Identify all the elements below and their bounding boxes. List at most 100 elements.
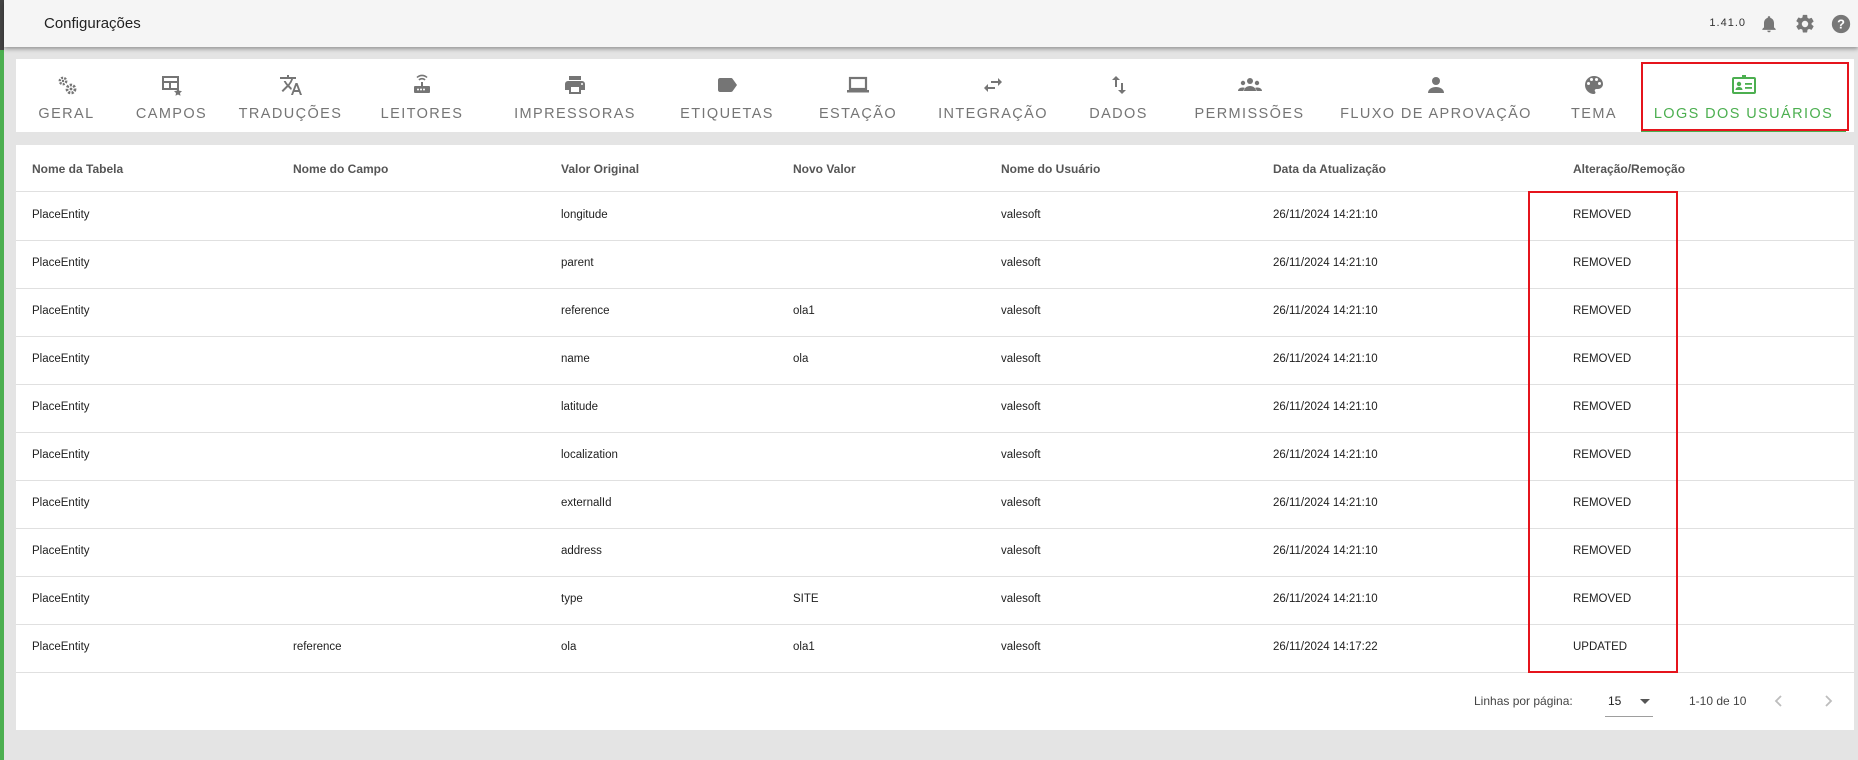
table-cell: 26/11/2024 14:17:22	[1273, 641, 1378, 653]
previous-page-button[interactable]	[1768, 690, 1790, 712]
tab-leitores[interactable]: LEITORES	[355, 59, 489, 132]
table-cell: latitude	[561, 401, 599, 413]
table-row[interactable]: PlaceEntity parent valesoft 26/11/2024 14:2…	[16, 240, 1854, 289]
table-cell: REMOVED	[1573, 497, 1632, 509]
table-cell: PlaceEntity	[32, 209, 90, 221]
swap-arrows-icon	[981, 73, 1005, 97]
table-cell: valesoft	[1001, 641, 1041, 653]
tab-logs-dos-usuarios[interactable]: LOGS DOS USUÁRIOS	[1641, 59, 1846, 132]
table-row[interactable]: PlaceEntity name ola valesoft 26/11/2024 14:…	[16, 336, 1854, 385]
tab-etiquetas[interactable]: ETIQUETAS	[661, 59, 793, 132]
tab-integracao[interactable]: INTEGRAÇÃO	[923, 59, 1063, 132]
help-icon[interactable]: ?	[1828, 11, 1854, 37]
label-icon	[715, 73, 739, 97]
table-cell: PlaceEntity	[32, 545, 90, 557]
column-header[interactable]: Nome do Usuário	[1001, 162, 1100, 176]
tab-impressoras[interactable]: IMPRESSORAS	[489, 59, 661, 132]
tab-label: FLUXO DE APROVAÇÃO	[1340, 106, 1532, 122]
logs-table-panel: Nome da Tabela Nome do Campo Valor Origi…	[16, 145, 1854, 730]
table-cell: reference	[293, 641, 342, 653]
settings-gear-icon[interactable]	[1792, 11, 1818, 37]
tab-permissoes[interactable]: PERMISSÕES	[1174, 59, 1325, 132]
tab-label: CAMPOS	[135, 106, 208, 122]
column-header[interactable]: Alteração/Remoção	[1573, 162, 1685, 176]
table-cell: 26/11/2024 14:21:10	[1273, 305, 1378, 317]
table-row[interactable]: PlaceEntity latitude valesoft 26/11/2024 14…	[16, 384, 1854, 433]
table-cell: REMOVED	[1573, 401, 1632, 413]
table-cell: REMOVED	[1573, 545, 1632, 557]
table-cell: PlaceEntity	[32, 593, 90, 605]
table-row[interactable]: PlaceEntity longitude valesoft 26/11/2024 1…	[16, 192, 1854, 241]
table-cell: 26/11/2024 14:21:10	[1273, 449, 1378, 461]
table-cell: PlaceEntity	[32, 449, 90, 461]
table-cell: parent	[561, 257, 594, 269]
left-edge-strip	[0, 0, 4, 760]
tab-dados[interactable]: DADOS	[1063, 59, 1174, 132]
table-cell: externalId	[561, 497, 612, 509]
notifications-bell-icon[interactable]	[1756, 11, 1782, 37]
column-header[interactable]: Nome do Campo	[293, 162, 388, 176]
table-cell: SITE	[793, 593, 819, 605]
column-header[interactable]: Novo Valor	[793, 162, 856, 176]
person-icon	[1424, 73, 1448, 97]
rows-per-page-value: 15	[1608, 694, 1622, 708]
table-cell: ola1	[793, 641, 815, 653]
table-cell: valesoft	[1001, 497, 1041, 509]
table-cell: REMOVED	[1573, 353, 1632, 365]
tab-traducoes[interactable]: TRADUÇÕES	[226, 59, 355, 132]
table-cell: valesoft	[1001, 305, 1041, 317]
table-cell: address	[561, 545, 602, 557]
table-cell: PlaceEntity	[32, 497, 90, 509]
tab-label: INTEGRAÇÃO	[938, 106, 1048, 122]
table-cell: name	[561, 353, 590, 365]
table-cell: 26/11/2024 14:21:10	[1273, 353, 1378, 365]
table-cell: valesoft	[1001, 545, 1041, 557]
tab-label: TRADUÇÕES	[238, 106, 343, 122]
table-cell: 26/11/2024 14:21:10	[1273, 593, 1378, 605]
table-header: Nome da Tabela Nome do Campo Valor Origi…	[16, 145, 1854, 192]
tab-label: LEITORES	[380, 106, 464, 122]
table-cell: 26/11/2024 14:21:10	[1273, 497, 1378, 509]
table-row[interactable]: PlaceEntity localization valesoft 26/11/202…	[16, 432, 1854, 481]
table-cell: valesoft	[1001, 353, 1041, 365]
table-cell: longitude	[561, 209, 608, 221]
chevron-right-icon	[1825, 695, 1833, 707]
tab-label: DADOS	[1089, 106, 1148, 122]
column-header[interactable]: Data da Atualização	[1273, 162, 1386, 176]
tab-campos[interactable]: CAMPOS	[117, 59, 226, 132]
translate-icon	[279, 73, 303, 97]
tab-label: IMPRESSORAS	[514, 106, 636, 122]
next-page-button[interactable]	[1817, 690, 1839, 712]
rows-per-page-select[interactable]: 15	[1605, 686, 1653, 717]
dropdown-arrow-icon	[1640, 699, 1650, 704]
table-cell: valesoft	[1001, 209, 1041, 221]
table-row[interactable]: PlaceEntity address valesoft 26/11/2024 14:…	[16, 528, 1854, 577]
table-row[interactable]: PlaceEntity type SITE valesoft 26/11/2024 14…	[16, 576, 1854, 625]
table-row[interactable]: PlaceEntity reference ola ola1 valesoft 26/11…	[16, 624, 1854, 673]
table-cell: PlaceEntity	[32, 257, 90, 269]
column-header[interactable]: Valor Original	[561, 162, 639, 176]
tab-tema[interactable]: TEMA	[1547, 59, 1641, 132]
chevron-left-icon	[1774, 695, 1782, 707]
column-header[interactable]: Nome da Tabela	[32, 162, 123, 176]
table-cell: 26/11/2024 14:21:10	[1273, 209, 1378, 221]
tab-estacao[interactable]: ESTAÇÃO	[793, 59, 923, 132]
tab-label: PERMISSÕES	[1194, 106, 1305, 122]
table-row[interactable]: PlaceEntity externalId valesoft 26/11/2024 …	[16, 480, 1854, 529]
table-cell: ola1	[793, 305, 815, 317]
user-card-icon	[1731, 73, 1757, 97]
table-row[interactable]: PlaceEntity reference ola1 valesoft 26/11/20…	[16, 288, 1854, 337]
tab-geral[interactable]: GERAL	[16, 59, 117, 132]
printer-icon	[563, 73, 587, 97]
table-cell: ola	[793, 353, 809, 365]
svg-text:?: ?	[1837, 17, 1845, 32]
tab-label: LOGS DOS USUÁRIOS	[1653, 106, 1834, 122]
tab-label: ESTAÇÃO	[818, 106, 898, 122]
tab-fluxo-de-aprovacao[interactable]: FLUXO DE APROVAÇÃO	[1325, 59, 1547, 132]
pagination-range: 1-10 de 10	[1689, 694, 1747, 708]
table-cell: valesoft	[1001, 257, 1041, 269]
version-label: 1.41.0	[1709, 17, 1746, 29]
table-cell: valesoft	[1001, 401, 1041, 413]
table-cell: 26/11/2024 14:21:10	[1273, 545, 1378, 557]
table-edit-icon	[160, 73, 184, 97]
